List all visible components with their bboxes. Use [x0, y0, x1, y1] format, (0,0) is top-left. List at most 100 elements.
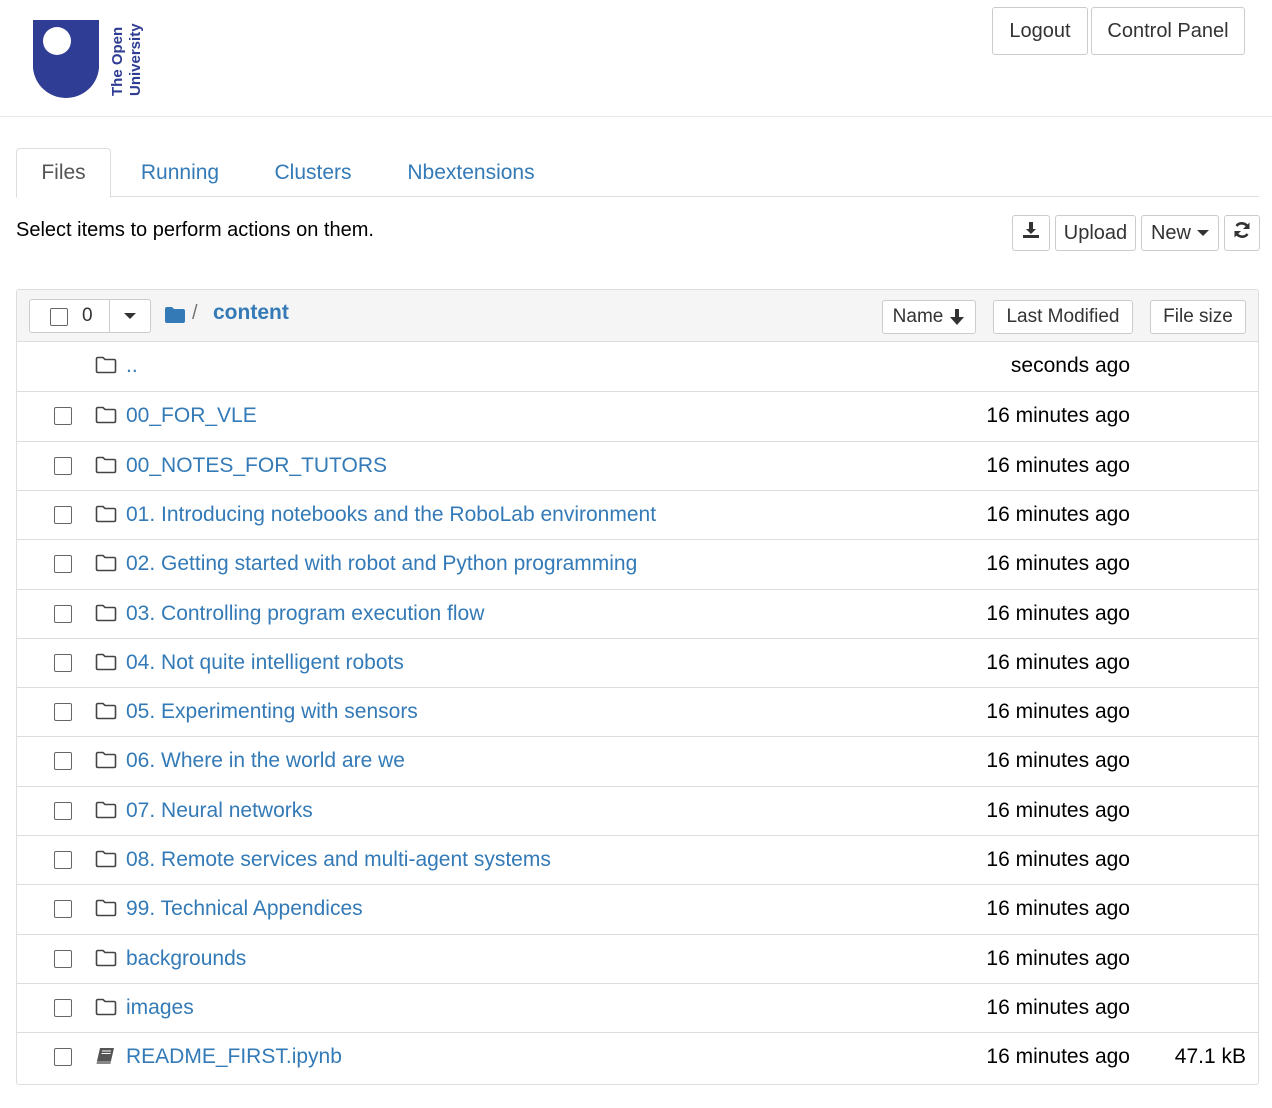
row-checkbox[interactable]	[54, 900, 72, 919]
refresh-button[interactable]	[1224, 215, 1260, 251]
file-row[interactable]: images 16 minutes ago	[17, 982, 1258, 1032]
item-name-link[interactable]: 99. Technical Appendices	[126, 897, 363, 921]
new-dropdown-button[interactable]: New	[1141, 215, 1219, 251]
last-modified: 16 minutes ago	[986, 404, 1130, 428]
row-checkbox[interactable]	[54, 604, 72, 623]
file-list-header: 0 / content Name Last Modified File size	[17, 290, 1258, 342]
row-checkbox[interactable]	[54, 1048, 72, 1067]
item-name-link[interactable]: README_FIRST.ipynb	[126, 1045, 342, 1069]
logo-text-line1: The Open	[109, 27, 126, 96]
select-all-checkbox[interactable]	[50, 308, 68, 326]
item-name-link[interactable]: 01. Introducing notebooks and the RoboLa…	[126, 503, 656, 527]
item-name-link[interactable]: 07. Neural networks	[126, 799, 313, 823]
row-checkbox[interactable]	[54, 801, 72, 820]
last-modified: 16 minutes ago	[986, 946, 1130, 970]
download-icon	[1022, 221, 1040, 245]
folder-icon	[95, 356, 117, 374]
folder-icon	[95, 653, 117, 671]
download-button[interactable]	[1012, 215, 1050, 251]
row-checkbox[interactable]	[54, 851, 72, 869]
file-row[interactable]: README_FIRST.ipynb 16 minutes ago 47.1 kB	[17, 1032, 1258, 1081]
item-name-link[interactable]: 08. Remote services and multi-agent syst…	[126, 848, 551, 872]
upload-button[interactable]: Upload	[1055, 215, 1136, 251]
last-modified: 16 minutes ago	[986, 601, 1130, 625]
tab-label: Clusters	[274, 160, 352, 184]
file-row[interactable]: 06. Where in the world are we 16 minutes …	[17, 736, 1258, 785]
item-name-link[interactable]: 04. Not quite intelligent robots	[126, 651, 404, 675]
row-checkbox[interactable]	[54, 555, 72, 574]
row-checkbox[interactable]	[54, 949, 72, 968]
upload-label: Upload	[1063, 221, 1128, 244]
last-modified: 16 minutes ago	[986, 798, 1130, 822]
control-panel-button[interactable]: Control Panel	[1091, 7, 1245, 55]
caret-down-icon	[1197, 230, 1209, 236]
item-name-link[interactable]: 06. Where in the world are we	[126, 749, 405, 773]
item-name-link[interactable]: 02. Getting started with robot and Pytho…	[126, 552, 637, 576]
file-row[interactable]: 08. Remote services and multi-agent syst…	[17, 835, 1258, 884]
tab-clusters[interactable]: Clusters	[256, 148, 370, 197]
selected-count: 0	[82, 305, 93, 326]
open-university-logo[interactable]: The Open University	[30, 16, 154, 100]
refresh-icon	[1233, 221, 1251, 245]
select-all-group: 0	[29, 299, 151, 333]
tab-files[interactable]: Files	[16, 148, 111, 198]
folder-icon	[95, 456, 117, 474]
sort-by-name-button[interactable]: Name	[882, 300, 976, 334]
file-row[interactable]: 02. Getting started with robot and Pytho…	[17, 539, 1258, 588]
parent-directory-row[interactable]: .. seconds ago	[17, 342, 1258, 391]
last-modified: seconds ago	[1010, 354, 1130, 377]
item-name-link[interactable]: 03. Controlling program execution flow	[126, 602, 484, 626]
file-row[interactable]: 07. Neural networks 16 minutes ago	[17, 785, 1258, 835]
sort-size-label: File size	[1163, 306, 1233, 327]
row-checkbox[interactable]	[54, 752, 72, 771]
folder-icon	[95, 998, 117, 1016]
tab-label: Files	[41, 161, 86, 184]
file-row[interactable]: 99. Technical Appendices 16 minutes ago	[17, 884, 1258, 933]
breadcrumb-separator: /	[192, 302, 198, 324]
folder-icon	[95, 899, 117, 917]
item-name-link[interactable]: ..	[126, 354, 138, 378]
header: The Open University Logout Control Panel	[0, 0, 1272, 117]
new-label: New	[1150, 221, 1191, 244]
sort-by-file-size-button[interactable]: File size	[1150, 300, 1246, 334]
row-checkbox[interactable]	[54, 653, 72, 672]
folder-icon	[95, 850, 117, 868]
row-checkbox[interactable]	[54, 505, 72, 524]
item-name-link[interactable]: backgrounds	[126, 947, 246, 971]
folder-icon	[95, 751, 117, 769]
item-name-link[interactable]: images	[126, 996, 194, 1020]
tab-running[interactable]: Running	[123, 148, 237, 197]
sort-by-last-modified-button[interactable]: Last Modified	[993, 300, 1133, 334]
file-row[interactable]: 00_FOR_VLE 16 minutes ago	[17, 391, 1258, 440]
file-row[interactable]: 04. Not quite intelligent robots 16 minut…	[17, 637, 1258, 687]
folder-icon	[95, 406, 117, 424]
row-checkbox[interactable]	[54, 998, 72, 1017]
last-modified: 16 minutes ago	[986, 897, 1130, 921]
item-name-link[interactable]: 00_FOR_VLE	[126, 404, 257, 428]
file-list: 0 / content Name Last Modified File size…	[16, 289, 1259, 1085]
folder-icon	[95, 949, 117, 967]
item-name-link[interactable]: 05. Experimenting with sensors	[126, 700, 418, 724]
file-row[interactable]: 00_NOTES_FOR_TUTORS 16 minutes ago	[17, 440, 1258, 490]
sort-name-label: Name	[892, 306, 944, 327]
file-row[interactable]: backgrounds 16 minutes ago	[17, 933, 1258, 983]
last-modified: 16 minutes ago	[986, 848, 1130, 871]
folder-icon	[95, 505, 117, 523]
select-dropdown-button[interactable]	[110, 300, 150, 332]
file-row[interactable]: 03. Controlling program execution flow 16…	[17, 588, 1258, 638]
row-checkbox[interactable]	[54, 456, 72, 475]
breadcrumb-home-folder-icon[interactable]	[165, 306, 185, 329]
last-modified: 16 minutes ago	[986, 502, 1130, 526]
file-size: 47.1 kB	[1174, 1045, 1246, 1069]
item-name-link[interactable]: 00_NOTES_FOR_TUTORS	[126, 454, 387, 478]
notebook-icon	[95, 1047, 117, 1065]
breadcrumb-current-folder[interactable]: content	[213, 301, 289, 325]
row-checkbox[interactable]	[54, 703, 72, 722]
file-row[interactable]: 01. Introducing notebooks and the RoboLa…	[17, 489, 1258, 539]
file-row[interactable]: 05. Experimenting with sensors 16 minutes…	[17, 687, 1258, 736]
logout-button[interactable]: Logout	[992, 7, 1088, 55]
tab-bar: Files Running Clusters Nbextensions	[16, 148, 1259, 198]
caret-down-icon	[124, 313, 136, 319]
tab-nbextensions[interactable]: Nbextensions	[391, 148, 551, 197]
row-checkbox[interactable]	[54, 407, 72, 426]
